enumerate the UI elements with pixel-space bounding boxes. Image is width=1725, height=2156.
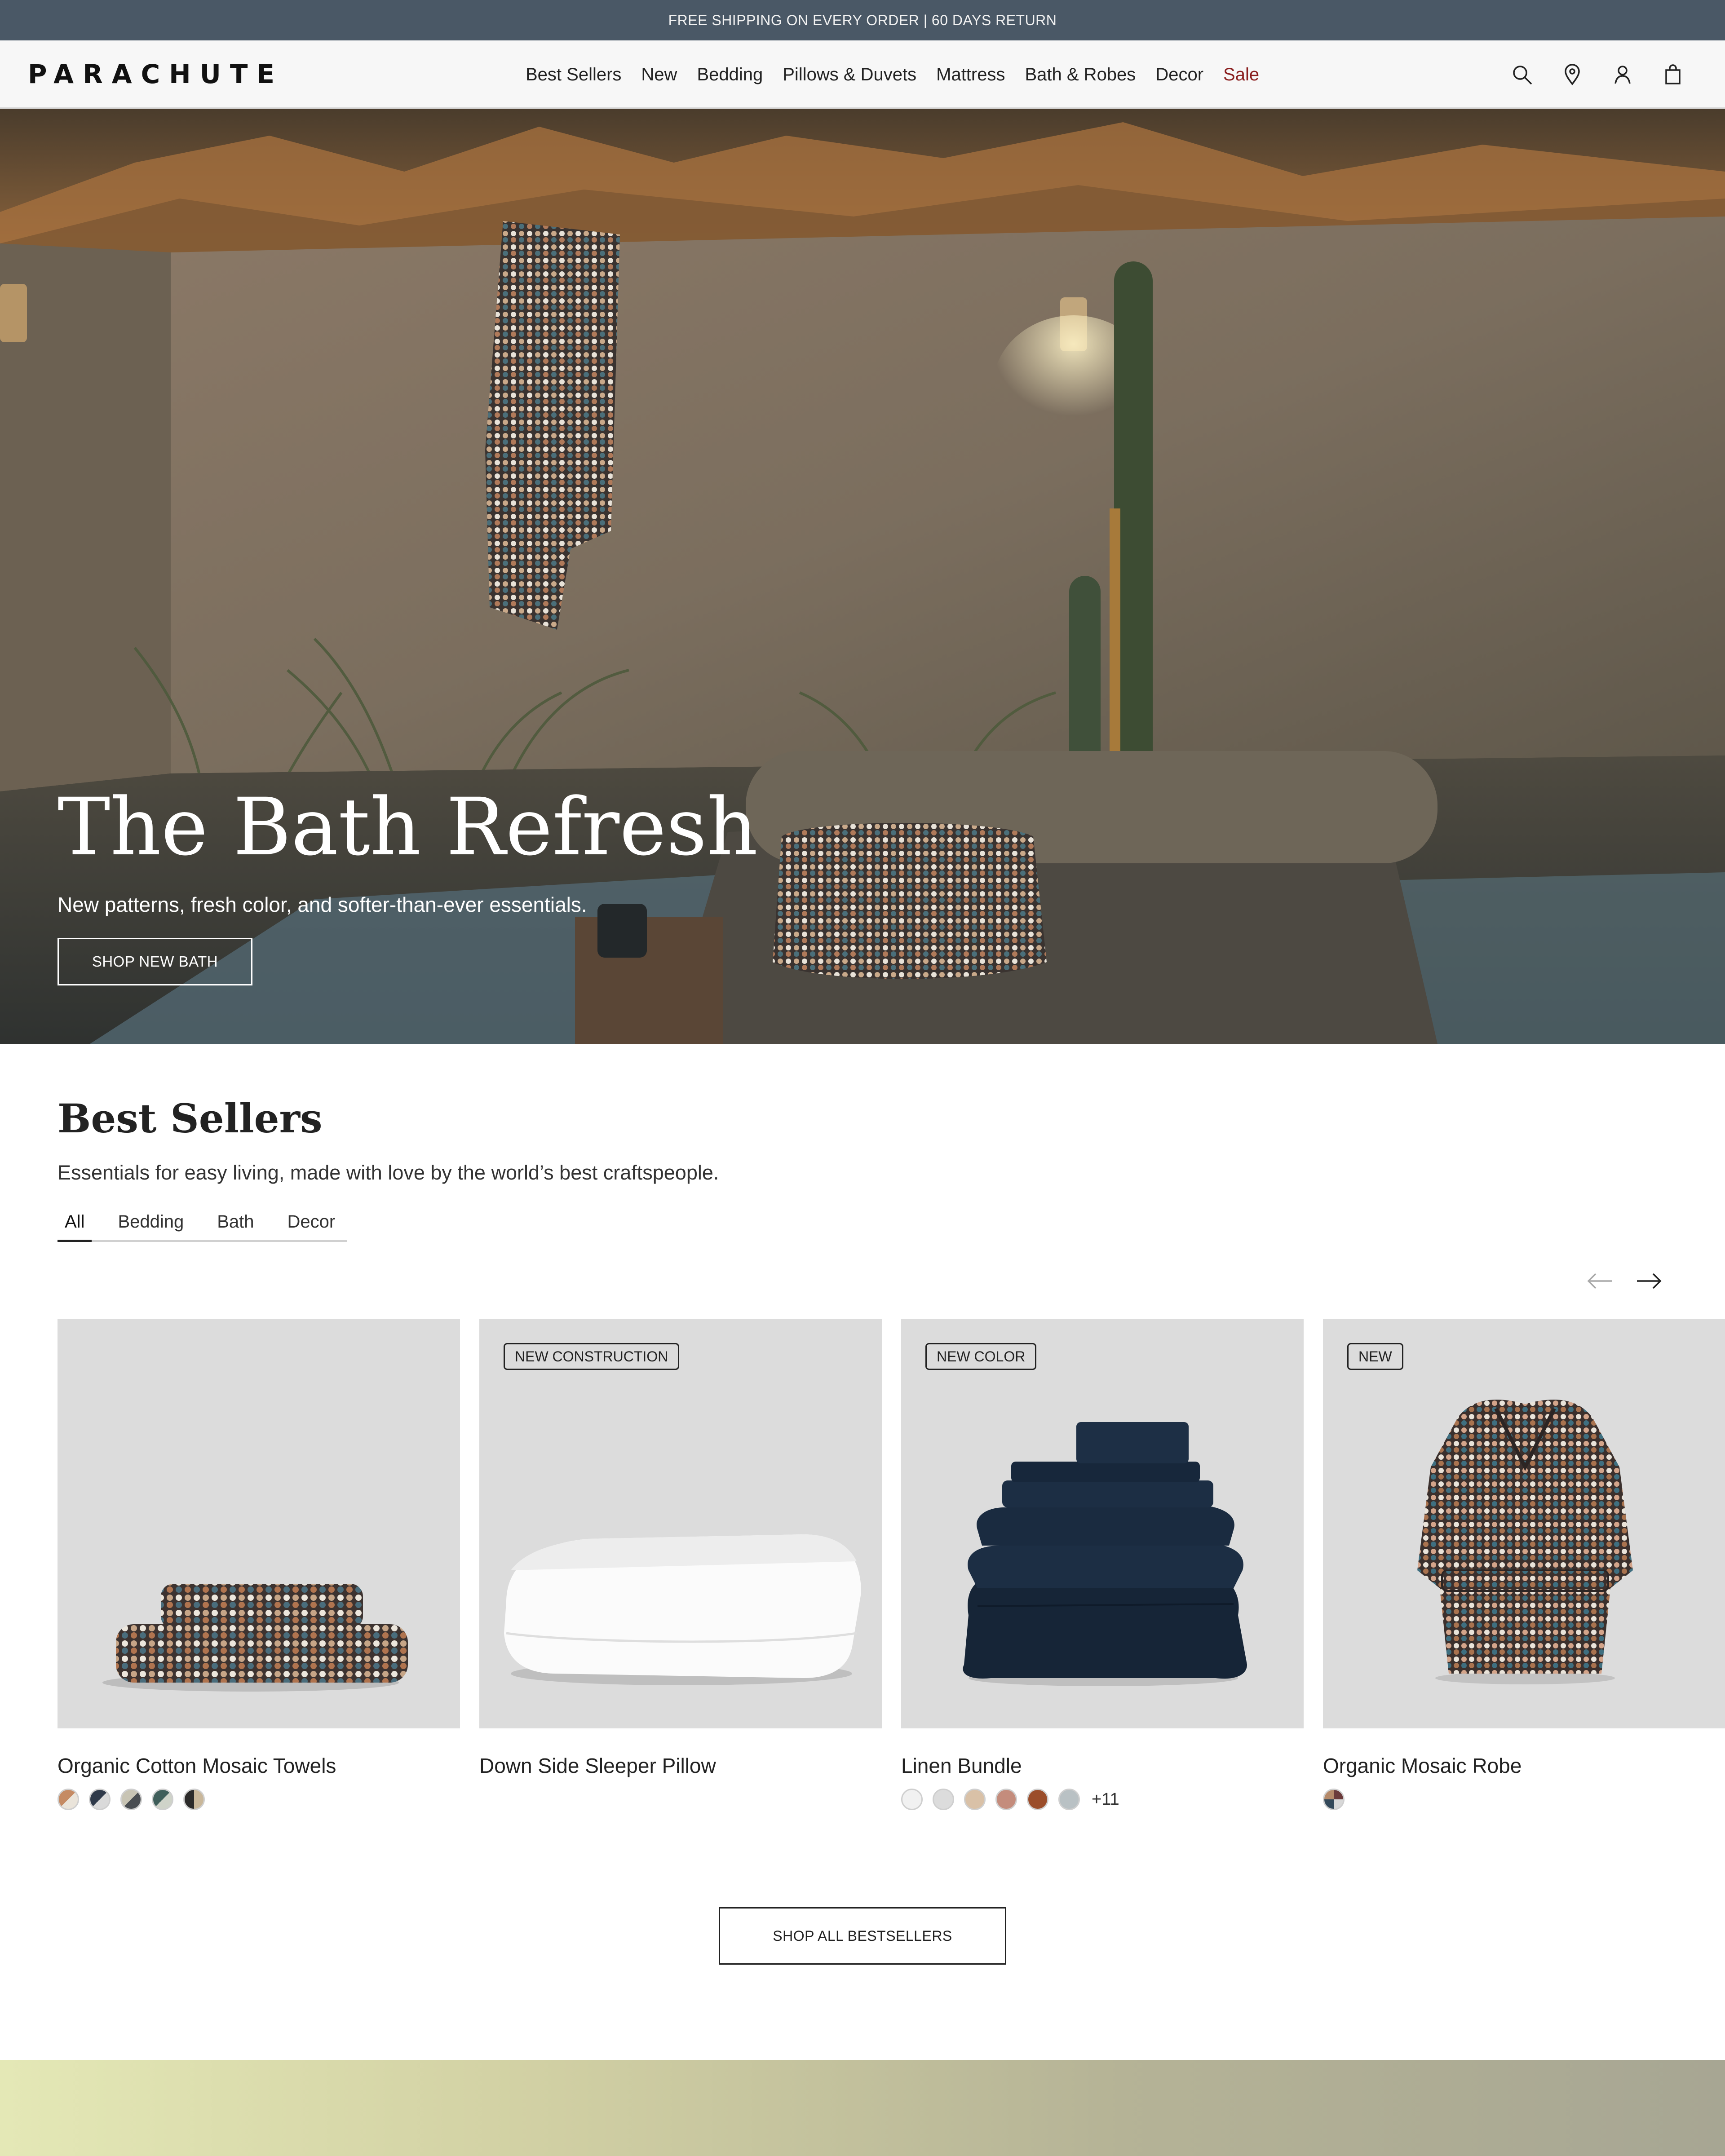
nav-bedding[interactable]: Bedding [697, 65, 763, 85]
tab-bedding[interactable]: Bedding [111, 1208, 191, 1240]
color-swatch[interactable] [1058, 1789, 1080, 1810]
main-nav: Best Sellers New Bedding Pillows & Duvet… [526, 40, 1259, 109]
account-icon[interactable] [1611, 63, 1634, 86]
color-swatch[interactable] [933, 1789, 954, 1810]
mosaic-robe-image [1417, 1400, 1633, 1684]
shop-all-bestsellers-button[interactable]: SHOP ALL BESTSELLERS [719, 1907, 1006, 1965]
product-card[interactable]: NEW Organic Mosaic Robe [1323, 1319, 1725, 1810]
color-swatch[interactable] [89, 1789, 111, 1810]
sleeper-pillow-image [504, 1534, 861, 1685]
color-swatch[interactable] [964, 1789, 986, 1810]
color-swatches [1323, 1789, 1725, 1810]
color-swatch[interactable] [120, 1789, 142, 1810]
tab-all[interactable]: All [58, 1208, 92, 1242]
product-card[interactable]: NEW COLOR Linen Bundle +11 [901, 1319, 1304, 1810]
product-card[interactable]: NEW CONSTRUCTION Down Side Sleeper Pillo… [479, 1319, 882, 1778]
shop-new-bath-button[interactable]: SHOP NEW BATH [58, 938, 252, 985]
product-name[interactable]: Down Side Sleeper Pillow [479, 1754, 882, 1778]
product-name[interactable]: Organic Mosaic Robe [1323, 1754, 1725, 1778]
product-card[interactable]: Organic Cotton Mosaic Towels [58, 1319, 460, 1810]
best-sellers-title: Best Sellers [58, 1095, 323, 1142]
color-swatch[interactable] [995, 1789, 1017, 1810]
tab-bath[interactable]: Bath [210, 1208, 261, 1240]
nav-mattress[interactable]: Mattress [936, 65, 1005, 85]
more-colors-count[interactable]: +11 [1092, 1790, 1119, 1809]
carousel-next-arrow-icon[interactable] [1632, 1265, 1665, 1297]
site-header: PARACHUTE Best Sellers New Bedding Pillo… [0, 40, 1725, 109]
color-swatch[interactable] [58, 1789, 79, 1810]
product-image[interactable]: NEW CONSTRUCTION [479, 1319, 882, 1728]
carousel-prev-arrow-icon[interactable] [1584, 1265, 1616, 1297]
hero-subtitle: New patterns, fresh color, and softer-th… [58, 893, 587, 916]
logo[interactable]: PARACHUTE [28, 59, 283, 89]
linen-bundle-image [963, 1422, 1247, 1686]
nav-bath-robes[interactable]: Bath & Robes [1025, 65, 1136, 85]
next-section-image [0, 2060, 1725, 2156]
product-badge: NEW [1347, 1343, 1403, 1370]
header-icons [1510, 40, 1685, 109]
location-pin-icon[interactable] [1561, 63, 1584, 86]
search-icon[interactable] [1510, 63, 1534, 86]
product-badge: NEW CONSTRUCTION [504, 1343, 680, 1370]
product-image[interactable]: NEW COLOR [901, 1319, 1304, 1728]
nav-best-sellers[interactable]: Best Sellers [526, 65, 621, 85]
product-name[interactable]: Organic Cotton Mosaic Towels [58, 1754, 460, 1778]
color-swatch[interactable] [901, 1789, 923, 1810]
hero-title: The Bath Refresh [58, 781, 758, 873]
product-image[interactable]: NEW [1323, 1319, 1725, 1728]
product-badge: NEW COLOR [925, 1343, 1037, 1370]
tab-decor[interactable]: Decor [280, 1208, 343, 1240]
category-tabs: All Bedding Bath Decor [58, 1208, 347, 1242]
nav-pillows-duvets[interactable]: Pillows & Duvets [783, 65, 916, 85]
announcement-text: FREE SHIPPING ON EVERY ORDER | 60 DAYS R… [668, 12, 1057, 28]
nav-new[interactable]: New [641, 65, 677, 85]
color-swatches [58, 1789, 460, 1810]
color-swatch[interactable] [183, 1789, 205, 1810]
nav-decor[interactable]: Decor [1155, 65, 1203, 85]
color-swatches: +11 [901, 1789, 1304, 1810]
color-swatch[interactable] [152, 1789, 173, 1810]
mosaic-towels-image [102, 1584, 408, 1692]
hero-banner: The Bath Refresh New patterns, fresh col… [0, 109, 1725, 1044]
shopping-bag-icon[interactable] [1661, 63, 1685, 86]
announcement-bar: FREE SHIPPING ON EVERY ORDER | 60 DAYS R… [0, 0, 1725, 40]
product-image[interactable] [58, 1319, 460, 1728]
color-swatch[interactable] [1027, 1789, 1048, 1810]
best-sellers-subtitle: Essentials for easy living, made with lo… [58, 1161, 719, 1184]
color-swatch[interactable] [1323, 1789, 1345, 1810]
product-name[interactable]: Linen Bundle [901, 1754, 1304, 1778]
nav-sale[interactable]: Sale [1223, 65, 1259, 85]
